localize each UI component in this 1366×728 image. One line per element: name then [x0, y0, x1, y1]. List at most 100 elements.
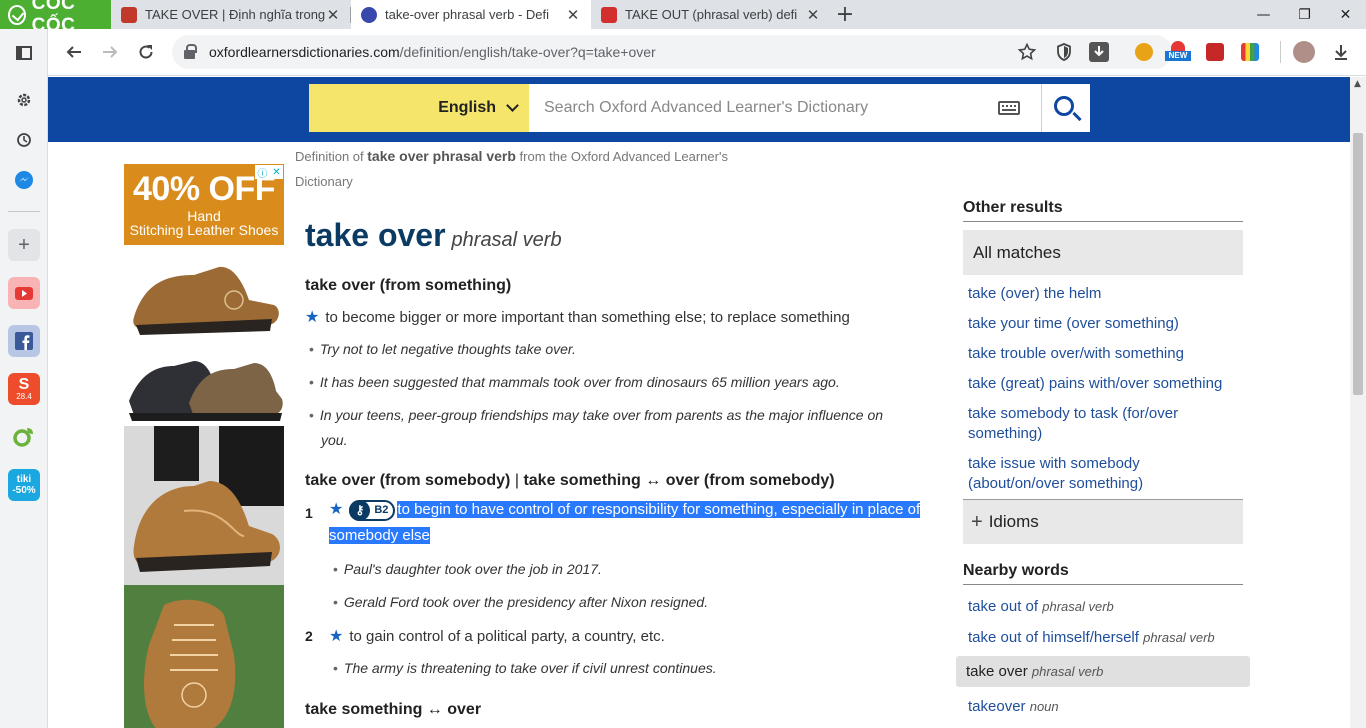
- search-placeholder: Search Oxford Advanced Learner's Diction…: [544, 99, 869, 116]
- other-result-link[interactable]: take your time (over something): [963, 314, 1243, 334]
- all-matches-tab[interactable]: All matches: [963, 230, 1243, 275]
- oxford3000-star-icon[interactable]: ★: [329, 501, 343, 518]
- coccoc-logo-icon: [8, 4, 26, 25]
- ad-close-icon[interactable]: ⓘ ✕: [255, 165, 283, 180]
- close-tab-icon[interactable]: ✕: [325, 6, 341, 24]
- example: • In your teens, peer-group friendships m…: [309, 407, 884, 423]
- oxford-header: English Search Oxford Advanced Learner's…: [48, 77, 1350, 142]
- search-button[interactable]: [1041, 84, 1090, 132]
- definition-number: 1: [305, 505, 313, 521]
- profile-avatar[interactable]: [1293, 41, 1315, 63]
- history-icon[interactable]: [8, 124, 40, 156]
- scrollbar-thumb[interactable]: [1353, 133, 1363, 395]
- nearby-word-link[interactable]: take out of himself/herself phrasal verb: [968, 629, 1215, 646]
- other-result-link[interactable]: take (great) pains with/over something: [963, 374, 1243, 394]
- sense-heading: take something ↔ over: [305, 701, 482, 718]
- shield-icon[interactable]: [1049, 37, 1079, 67]
- other-result-link[interactable]: something): [963, 424, 1243, 444]
- nearby-words-heading: Nearby words: [963, 562, 1243, 585]
- page-scrollbar[interactable]: ▲: [1350, 77, 1366, 728]
- other-result-link[interactable]: take issue with somebody: [963, 454, 1243, 474]
- example-continuation: you.: [321, 432, 348, 448]
- tiki-discount: -50%: [12, 485, 36, 496]
- close-tab-icon[interactable]: ✕: [805, 6, 821, 24]
- nearby-word-current[interactable]: take over phrasal verb: [956, 656, 1250, 687]
- cambridge-favicon-icon: [121, 6, 137, 23]
- sidebar-toggle-icon[interactable]: [8, 37, 40, 69]
- extension-new-icon[interactable]: NEW: [1165, 41, 1191, 63]
- dictionary-search-input[interactable]: Search Oxford Advanced Learner's Diction…: [529, 84, 1041, 132]
- oxford3000-star-icon[interactable]: ★: [305, 309, 319, 326]
- language-dropdown[interactable]: English: [309, 84, 529, 132]
- facebook-icon[interactable]: [8, 325, 40, 357]
- forward-arrow-icon[interactable]: [95, 37, 125, 67]
- oxford3000-star-icon[interactable]: ★: [329, 628, 343, 645]
- selected-text: to begin to have control of or responsib…: [397, 501, 921, 518]
- extension-color-icon[interactable]: [1241, 43, 1259, 61]
- ad-shoe-image[interactable]: [124, 585, 284, 728]
- idioms-toggle[interactable]: + Idioms: [963, 499, 1243, 544]
- language-label: English: [438, 99, 496, 116]
- key-icon: ⚷: [349, 499, 371, 521]
- other-result-link[interactable]: take trouble over/with something: [963, 344, 1243, 364]
- settings-gear-icon[interactable]: [8, 84, 40, 116]
- new-badge: NEW: [1165, 51, 1191, 61]
- tab-title: TAKE OUT (phrasal verb) defi: [625, 7, 798, 22]
- example: • Paul's daughter took over the job in 20…: [333, 561, 602, 577]
- add-app-icon[interactable]: +: [8, 229, 40, 261]
- youtube-icon[interactable]: [8, 277, 40, 309]
- advertisement[interactable]: ⓘ ✕ 40% OFF Hand Stitching Leather Shoes: [124, 164, 284, 728]
- messenger-icon[interactable]: [8, 164, 40, 196]
- other-result-link[interactable]: take somebody to task (for/over: [963, 404, 1243, 424]
- tab-oxford[interactable]: take-over phrasal verb - Defi ✕: [351, 0, 591, 29]
- downloads-icon[interactable]: [1326, 37, 1356, 67]
- url-path: /definition/english/take-over?q=take+ove…: [399, 44, 656, 60]
- new-tab-button[interactable]: +: [831, 0, 859, 29]
- coccoc-menu-button[interactable]: CỐC CỐC: [0, 0, 111, 36]
- extension-chrome-icon[interactable]: [1135, 43, 1153, 61]
- ad-shoe-image[interactable]: [124, 341, 284, 426]
- other-result-link[interactable]: (about/on/over something): [963, 474, 1243, 494]
- chevron-down-icon: [506, 99, 519, 112]
- extension-red-icon[interactable]: [1206, 43, 1224, 61]
- headword: take over phrasal verb: [305, 217, 562, 253]
- selected-text: somebody else: [329, 527, 430, 544]
- download-page-icon[interactable]: [1084, 37, 1114, 67]
- macmillan-favicon-icon: [601, 6, 617, 23]
- tiki-icon[interactable]: tiki -50%: [8, 469, 40, 501]
- cefr-level-badge[interactable]: ⚷ B2: [349, 499, 396, 521]
- ad-banner[interactable]: ⓘ ✕ 40% OFF Hand Stitching Leather Shoes: [124, 164, 284, 245]
- nearby-word-link[interactable]: takeover noun: [968, 698, 1059, 715]
- green-app-icon[interactable]: [8, 421, 40, 453]
- oxford-favicon-icon: [361, 6, 377, 23]
- back-arrow-icon[interactable]: [59, 37, 89, 67]
- keyboard-icon[interactable]: [998, 101, 1020, 115]
- bookmark-star-icon[interactable]: [1012, 37, 1042, 67]
- other-result-link[interactable]: take (over) the helm: [963, 284, 1243, 304]
- ad-shoe-image[interactable]: [124, 426, 284, 585]
- restore-icon[interactable]: ❐: [1284, 0, 1325, 29]
- navigation-bar: oxfordlearnersdictionaries.com/definitio…: [48, 29, 1366, 76]
- close-tab-icon[interactable]: ✕: [565, 6, 581, 24]
- breadcrumb-term: take over phrasal verb: [367, 148, 516, 164]
- ad-line2: Stitching Leather Shoes: [129, 222, 279, 238]
- shopee-badge: 28.4: [16, 392, 32, 401]
- tiki-label: tiki: [16, 474, 32, 485]
- sense-heading: take over (from somebody) | take somethi…: [305, 472, 835, 489]
- tab-cambridge[interactable]: TAKE OVER | Định nghĩa trong ✕: [111, 0, 351, 29]
- tab-title: take-over phrasal verb - Defi: [385, 7, 550, 22]
- tab-macmillan[interactable]: TAKE OUT (phrasal verb) defi ✕: [591, 0, 831, 29]
- reload-icon[interactable]: [131, 37, 161, 67]
- shopee-icon[interactable]: S 28.4: [8, 373, 40, 405]
- close-window-icon[interactable]: ✕: [1325, 0, 1366, 29]
- tab-strip: CỐC CỐC TAKE OVER | Định nghĩa trong ✕ t…: [0, 0, 1366, 36]
- nearby-word-link[interactable]: take out of phrasal verb: [968, 598, 1114, 615]
- nearby-words-list: take out of phrasal verb take out of him…: [956, 585, 1250, 725]
- ad-shoe-image[interactable]: [124, 245, 284, 341]
- definition: ★ to become bigger or more important than…: [305, 309, 850, 326]
- plus-icon: +: [971, 510, 983, 533]
- minimize-icon[interactable]: —: [1243, 0, 1284, 29]
- other-results-heading: Other results: [963, 199, 1243, 222]
- example: • Try not to let negative thoughts take o…: [309, 341, 576, 357]
- scroll-up-icon[interactable]: ▲: [1354, 79, 1361, 89]
